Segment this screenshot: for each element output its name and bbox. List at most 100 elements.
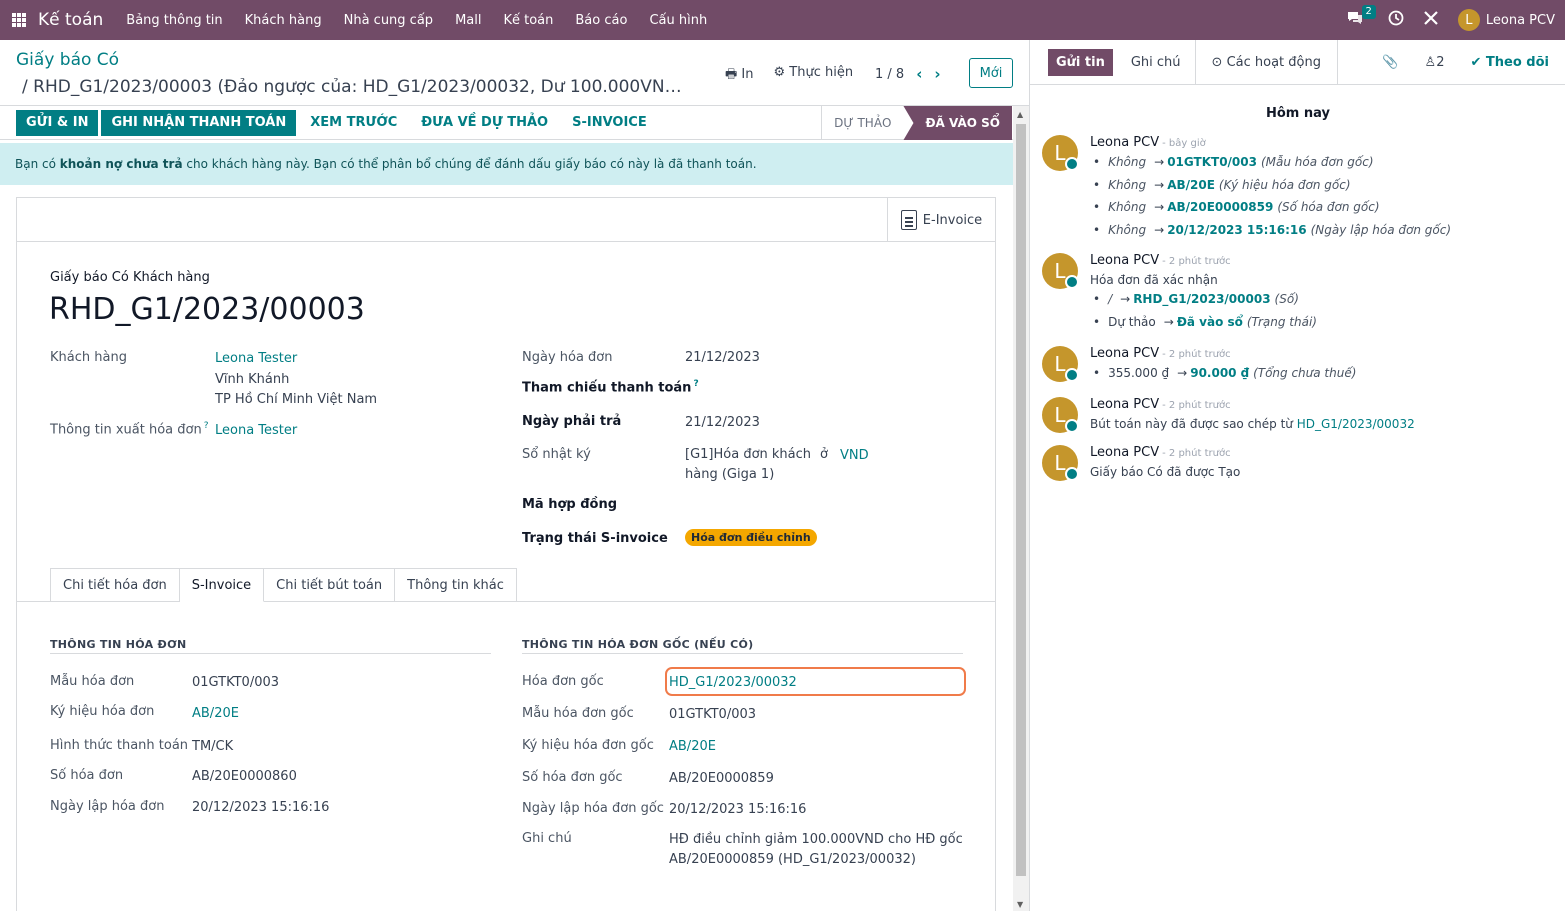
- menu-reports[interactable]: Báo cáo: [575, 13, 627, 28]
- s-invoice-button[interactable]: S-Invoice: [562, 110, 657, 136]
- tracking-old-value: Dự thảo: [1108, 315, 1156, 329]
- menu-mall[interactable]: Mall: [455, 13, 481, 28]
- message-time: - 2 phút trước: [1162, 256, 1231, 267]
- invoice-template-value[interactable]: 01GTKT0/003: [192, 675, 279, 690]
- pager-previous-icon[interactable]: ‹: [916, 65, 922, 83]
- message-author[interactable]: Leona PCV: [1090, 253, 1159, 268]
- author-avatar[interactable]: L: [1042, 253, 1079, 289]
- payment-method-value[interactable]: TM/CK: [192, 739, 233, 754]
- reset-to-draft-button[interactable]: Đưa về dự thảo: [411, 110, 558, 136]
- followers-count: 2: [1436, 55, 1445, 70]
- origin-symbol-value[interactable]: AB/20E: [669, 739, 716, 754]
- invoice-date-label: Ngày hóa đơn: [522, 350, 613, 365]
- tab-journal-items[interactable]: Chi tiết bút toán: [264, 568, 396, 602]
- menu-dashboard[interactable]: Bảng thông tin: [126, 13, 222, 28]
- invoice-info-link[interactable]: Leona Tester: [215, 423, 297, 438]
- menu-vendors[interactable]: Nhà cung cấp: [344, 13, 433, 28]
- due-date-field[interactable]: 21/12/2023: [685, 415, 760, 430]
- preview-button[interactable]: Xem trước: [300, 110, 407, 136]
- pager-value[interactable]: 1 / 8: [875, 67, 904, 82]
- tab-other-info[interactable]: Thông tin khác: [395, 568, 517, 602]
- message-time: - 2 phút trước: [1162, 448, 1231, 459]
- activity-clock-icon[interactable]: [1388, 10, 1404, 30]
- author-avatar[interactable]: L: [1042, 397, 1079, 433]
- journal-field-line1[interactable]: [G1]Hóa đơn khách: [685, 447, 811, 462]
- invoice-number-value[interactable]: AB/20E0000860: [192, 769, 297, 784]
- alert-prefix: Bạn có: [15, 157, 56, 171]
- form-sheet: E-Invoice Giấy báo Có Khách hàng RHD_G1/…: [16, 197, 996, 911]
- date-separator: Hôm nay: [1266, 106, 1330, 121]
- follower-person-icon: ♙: [1424, 55, 1437, 70]
- tracking-old-value: Không: [1108, 155, 1147, 169]
- send-print-button[interactable]: Gửi & In: [16, 109, 99, 136]
- origin-invoice-link[interactable]: HD_G1/2023/00032: [669, 675, 797, 690]
- form-scrollbar[interactable]: ▲ ▼: [1013, 106, 1029, 911]
- currency-field[interactable]: VND: [840, 448, 869, 463]
- tracking-change: 355.000 ₫ →90.000 ₫(Tổng chưa thuế): [1090, 366, 1356, 380]
- tracking-new-value: 20/12/2023 15:16:16: [1167, 223, 1307, 237]
- note-label: Ghi chú: [522, 831, 572, 846]
- app-name[interactable]: Kế toán: [38, 10, 103, 30]
- menu-customers[interactable]: Khách hàng: [245, 13, 322, 28]
- action-button[interactable]: ⚙ Thực hiện: [774, 65, 854, 87]
- author-avatar[interactable]: L: [1042, 346, 1079, 382]
- followers-button[interactable]: ♙2: [1425, 55, 1445, 70]
- breadcrumb-parent[interactable]: Giấy báo Có: [16, 50, 119, 70]
- tracking-new-value: 90.000 ₫: [1190, 366, 1250, 380]
- alert-bold-text[interactable]: khoản nợ chưa trả: [60, 157, 183, 171]
- register-payment-button[interactable]: Ghi nhận thanh toán: [101, 109, 297, 136]
- log-note-button[interactable]: Ghi chú: [1131, 55, 1181, 70]
- discuss-chat-icon[interactable]: 2: [1346, 5, 1376, 30]
- origin-issue-date-value[interactable]: 20/12/2023 15:16:16: [669, 802, 806, 817]
- author-avatar[interactable]: L: [1042, 135, 1079, 171]
- activities-button[interactable]: ⊙ Các hoạt động: [1194, 39, 1337, 85]
- tab-s-invoice[interactable]: S-Invoice: [179, 568, 265, 602]
- document-icon: [900, 210, 917, 230]
- pager-next-icon[interactable]: ›: [934, 65, 940, 83]
- stage-draft[interactable]: Dự thảo: [821, 106, 903, 140]
- invoice-issue-date-value[interactable]: 20/12/2023 15:16:16: [192, 800, 329, 815]
- journal-field-line2[interactable]: hàng (Giga 1): [685, 467, 774, 482]
- send-message-button[interactable]: Gửi tin: [1048, 48, 1113, 76]
- tracking-new-value: 01GTKT0/003: [1167, 155, 1257, 169]
- scrollbar-thumb[interactable]: [1016, 124, 1026, 876]
- tracking-field: (Ngày lập hóa đơn gốc): [1310, 223, 1452, 237]
- note-value-line2[interactable]: AB/20E0000859 (HD_G1/2023/00032): [669, 852, 916, 867]
- note-value-line1[interactable]: HĐ điều chỉnh giảm 100.000VND cho HĐ gốc: [669, 832, 963, 847]
- origin-template-value[interactable]: 01GTKT0/003: [669, 707, 756, 722]
- origin-number-value[interactable]: AB/20E0000859: [669, 771, 774, 786]
- customer-address-line2: TP Hồ Chí Minh Việt Nam: [215, 392, 378, 407]
- menu-configuration[interactable]: Cấu hình: [649, 13, 707, 28]
- journal-label: Sổ nhật ký: [522, 447, 591, 462]
- author-avatar[interactable]: L: [1042, 445, 1079, 481]
- help-tooltip-icon[interactable]: ?: [204, 421, 209, 431]
- tools-settings-icon[interactable]: [1422, 9, 1440, 31]
- follow-button[interactable]: ✔ Theo dõi: [1470, 55, 1549, 70]
- user-menu[interactable]: L Leona PCV: [1457, 9, 1555, 31]
- apps-menu-icon[interactable]: [12, 13, 26, 27]
- scroll-up-icon[interactable]: ▲: [1017, 110, 1023, 119]
- arrow-right-icon: →: [1163, 315, 1174, 329]
- customer-link[interactable]: Leona Tester: [215, 351, 297, 366]
- invoice-symbol-label: Ký hiệu hóa đơn: [50, 704, 155, 719]
- tab-invoice-lines[interactable]: Chi tiết hóa đơn: [50, 568, 180, 602]
- chat-count-badge: 2: [1361, 5, 1376, 19]
- print-button[interactable]: 🖶 In: [725, 65, 754, 87]
- message-author[interactable]: Leona PCV: [1090, 445, 1159, 460]
- message-author[interactable]: Leona PCV: [1090, 397, 1159, 412]
- invoice-symbol-value[interactable]: AB/20E: [192, 706, 239, 721]
- s-invoice-status-badge: Hóa đơn điều chỉnh: [685, 529, 817, 546]
- e-invoice-smart-button[interactable]: E-Invoice: [887, 198, 995, 242]
- invoice-date-field[interactable]: 21/12/2023: [685, 350, 760, 365]
- stage-posted[interactable]: Đã vào sổ: [903, 106, 1012, 140]
- source-invoice-link[interactable]: HD_G1/2023/00032: [1297, 417, 1415, 431]
- new-button[interactable]: Mới: [969, 58, 1013, 88]
- attachment-paperclip-icon[interactable]: 📎: [1382, 55, 1398, 70]
- chatter-topbar: Gửi tin Ghi chú ⊙ Các hoạt động 📎 ♙2 ✔ T…: [1030, 39, 1565, 85]
- message-author[interactable]: Leona PCV: [1090, 346, 1159, 361]
- arrow-right-icon: →: [1154, 155, 1165, 169]
- message-author[interactable]: Leona PCV: [1090, 135, 1159, 150]
- menu-accounting[interactable]: Kế toán: [503, 13, 553, 28]
- scroll-down-icon[interactable]: ▼: [1017, 900, 1023, 909]
- help-tooltip-icon[interactable]: ?: [693, 379, 698, 389]
